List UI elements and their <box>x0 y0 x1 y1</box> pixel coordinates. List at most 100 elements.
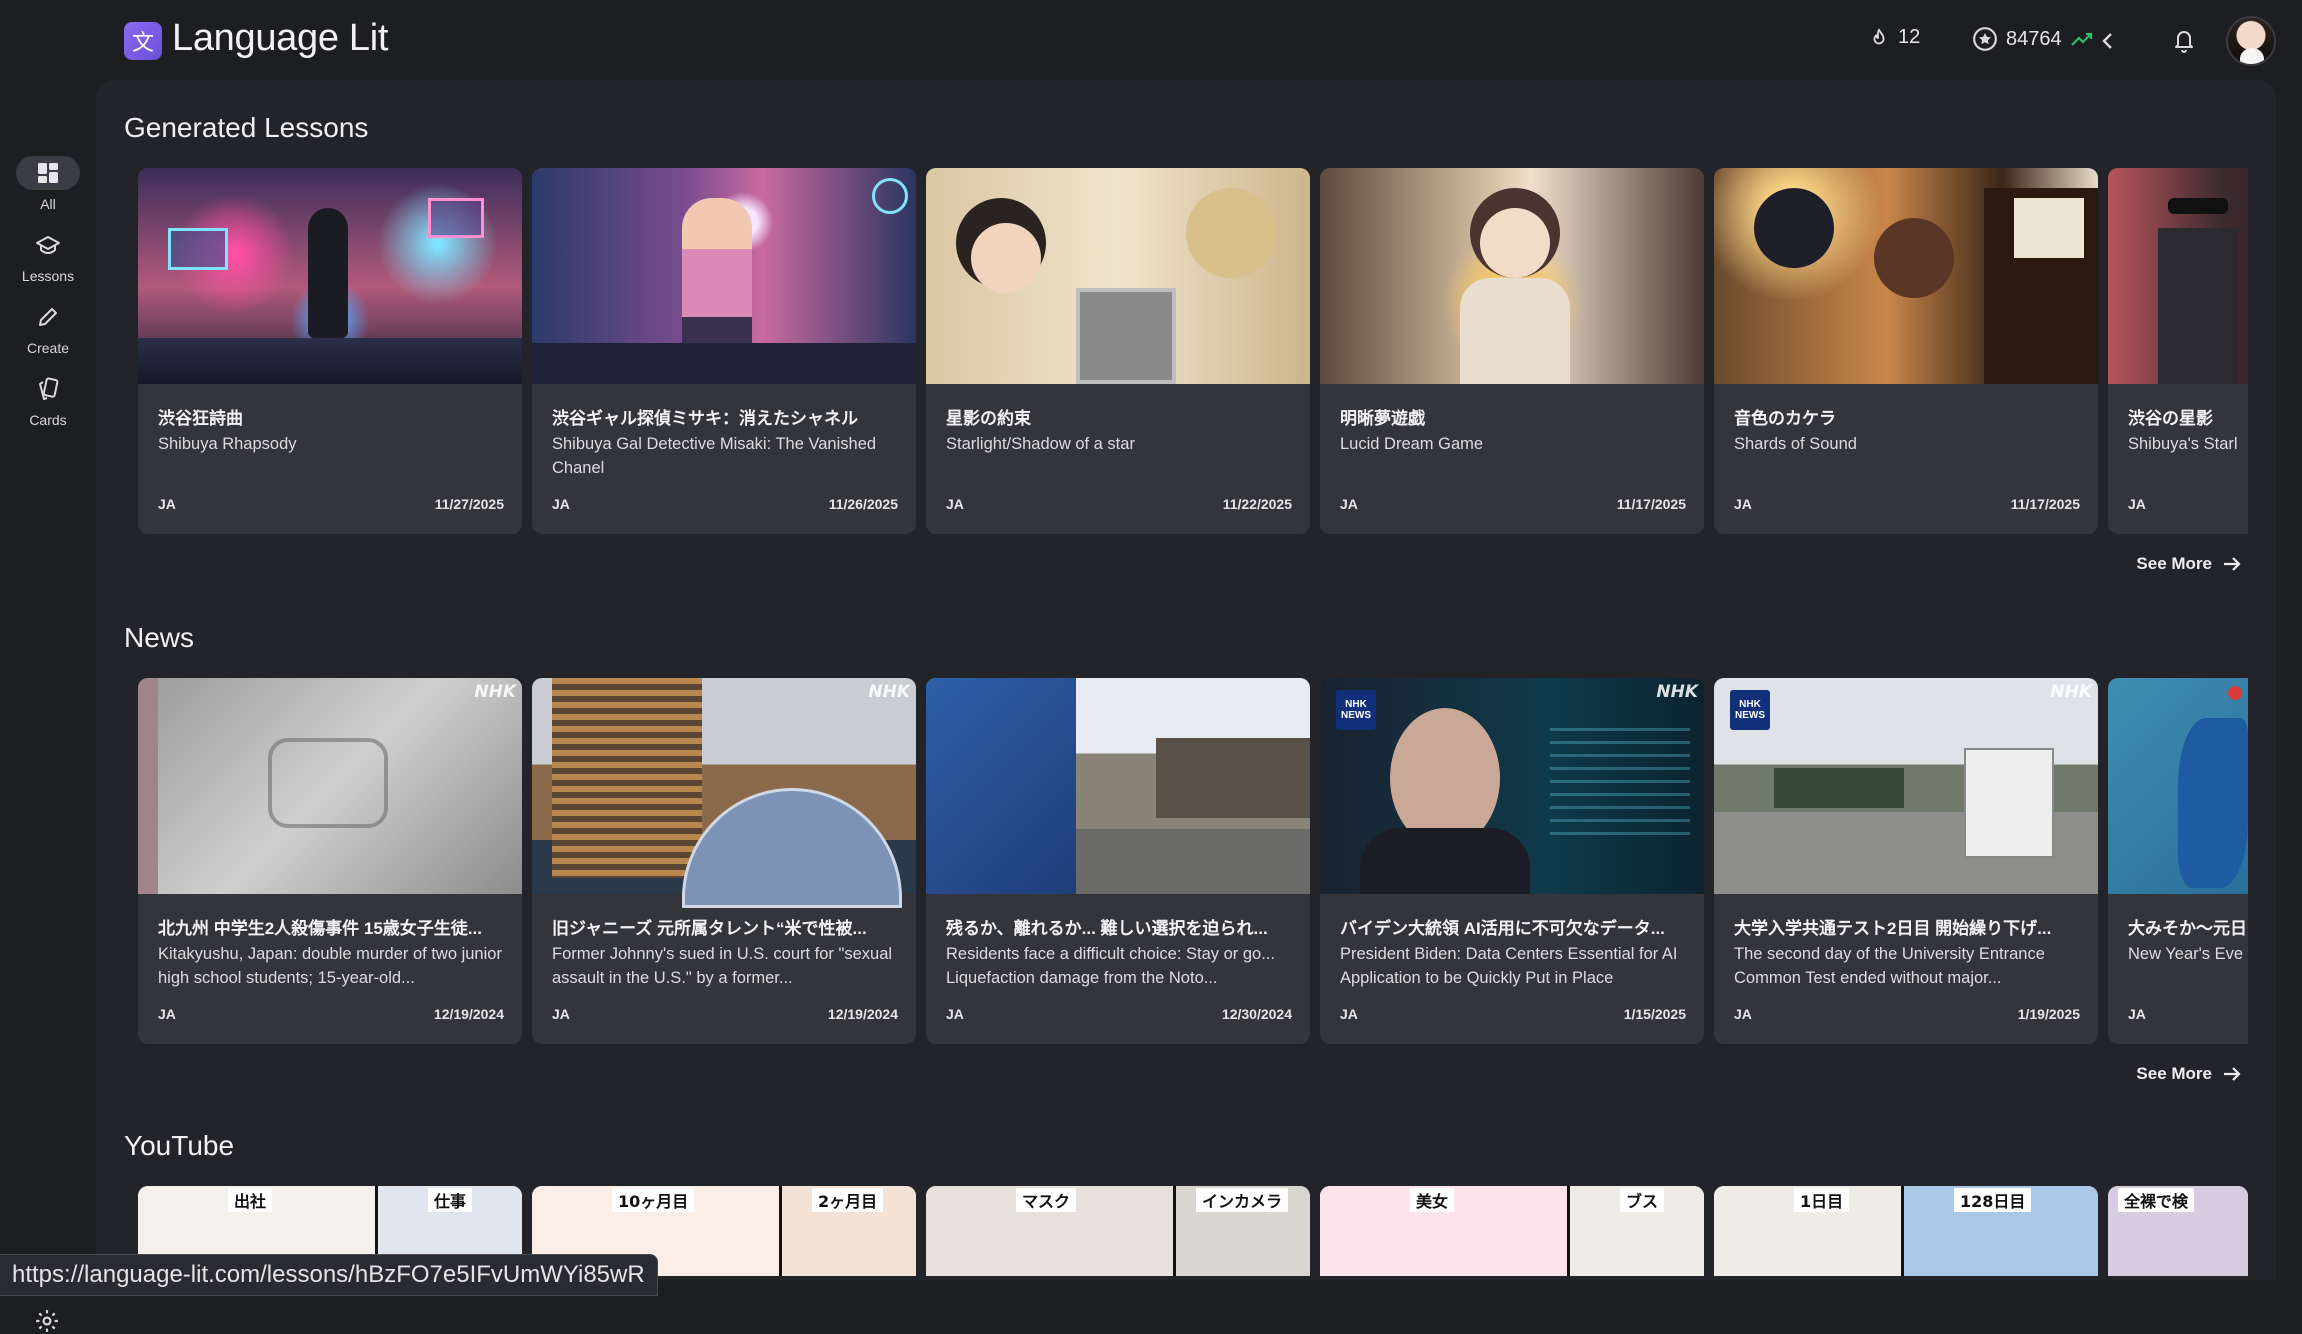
settings-gear-icon[interactable] <box>34 1308 60 1334</box>
card-language: JA <box>946 1006 964 1022</box>
news-card[interactable]: 残るか、離れるか... 難しい選択を迫られ... Residents face … <box>926 678 1310 1044</box>
sidebar-item-label: Lessons <box>21 268 75 284</box>
news-thumbnail <box>926 678 1310 894</box>
manga-tag: インカメラ <box>1196 1188 1289 1212</box>
notification-bell-icon[interactable] <box>2172 26 2196 54</box>
sidebar-item-label: All <box>40 196 56 212</box>
card-title: 北九州 中学生2人殺傷事件 15歳女子生徒... <box>158 919 482 938</box>
card-date: 12/19/2024 <box>433 1006 504 1022</box>
news-card[interactable]: NHK 北九州 中学生2人殺傷事件 15歳女子生徒... Kitakyushu,… <box>138 678 522 1044</box>
user-avatar[interactable] <box>2226 16 2276 66</box>
youtube-card[interactable]: 美女 ブス <box>1320 1186 1704 1276</box>
lesson-thumbnail <box>1320 168 1704 384</box>
logo-glyph: 文 <box>131 31 154 56</box>
pencil-icon <box>39 308 57 326</box>
news-card[interactable]: 大みそか〜元日 New Year's Eve snow in northe JA <box>2108 678 2248 1044</box>
badge-line-bottom: NEWS <box>1341 710 1371 721</box>
graduation-cap-icon <box>36 236 60 255</box>
card-subtitle: Starlight/Shadow of a star <box>946 435 1135 453</box>
manga-tag: 128日目 <box>1954 1188 2032 1212</box>
app-logo-icon[interactable]: 文 <box>124 22 162 60</box>
card-title: 星影の約束 <box>946 409 1031 428</box>
sidebar-item-cards[interactable]: Cards <box>10 364 86 428</box>
manga-tag: 1日目 <box>1794 1188 1850 1212</box>
card-title: 渋谷狂詩曲 <box>158 409 243 428</box>
see-more-news-button[interactable]: See More <box>2136 1064 2242 1084</box>
section-title-news: News <box>124 622 195 653</box>
streak-value: 12 <box>1898 26 1921 48</box>
nhk-news-badge: NHK NEWS <box>1730 690 1770 730</box>
points-value: 84764 <box>2006 27 2062 50</box>
card-language: JA <box>1340 1006 1358 1022</box>
lesson-card[interactable]: 渋谷狂詩曲 Shibuya Rhapsody JA 11/27/2025 <box>138 168 522 534</box>
lesson-card[interactable]: 明晰夢遊戯 Lucid Dream Game JA 11/17/2025 <box>1320 168 1704 534</box>
card-date: 11/26/2025 <box>828 496 898 512</box>
news-card[interactable]: NHK 旧ジャニーズ 元所属タレント“米で性被... Former Johnny… <box>532 678 916 1044</box>
manga-tag: 美女 <box>1410 1188 1455 1212</box>
manga-tag: 出社 <box>228 1188 273 1212</box>
news-thumbnail: NHK <box>138 678 522 894</box>
news-card[interactable]: NHK NEWS NHK 大学入学共通テスト2日目 開始繰り下げ... The s… <box>1714 678 2098 1044</box>
link-status-url: https://language-lit.com/lessons/hBzFO7e… <box>0 1254 658 1296</box>
news-thumbnail: NHK <box>532 678 916 908</box>
card-language: JA <box>2128 1006 2146 1022</box>
dashboard-icon <box>38 163 58 183</box>
sidebar-item-create[interactable]: Create <box>10 292 86 356</box>
card-subtitle: Shibuya's Starl <box>2128 435 2238 453</box>
card-subtitle: Residents face a difficult choice: Stay … <box>946 945 1275 987</box>
lesson-thumbnail <box>532 168 916 384</box>
see-more-label: See More <box>2136 1064 2212 1083</box>
sidebar-item-label: Create <box>26 340 70 356</box>
card-subtitle: New Year's Eve snow in northe <box>2128 945 2248 963</box>
card-title: 残るか、離れるか... 難しい選択を迫られ... <box>946 919 1268 938</box>
news-card[interactable]: NHK NEWS NHK バイデン大統領 AI活用に不可欠なデータ... Pres… <box>1320 678 1704 1044</box>
youtube-card[interactable]: マスク インカメラ <box>926 1186 1310 1276</box>
sidebar-item-lessons[interactable]: Lessons <box>10 220 86 284</box>
card-subtitle: Shibuya Gal Detective Misaki: The Vanish… <box>552 435 877 477</box>
lesson-card[interactable]: 渋谷ギャル探偵ミサキ：消えたシャネル Shibuya Gal Detective… <box>532 168 916 534</box>
card-title: 大みそか〜元日 <box>2128 919 2247 938</box>
lesson-card[interactable]: 音色のカケラ Shards of Sound JA 11/17/2025 <box>1714 168 2098 534</box>
trending-up-icon <box>2070 32 2092 46</box>
lesson-thumbnail <box>1714 168 2098 384</box>
news-thumbnail: NHK NEWS NHK <box>1320 678 1704 894</box>
cards-icon <box>39 377 59 400</box>
card-title: 明晰夢遊戯 <box>1340 409 1425 428</box>
card-language: JA <box>1734 496 1752 512</box>
card-title: 大学入学共通テスト2日目 開始繰り下げ... <box>1734 919 2052 938</box>
card-subtitle: Former Johnny's sued in U.S. court for "… <box>552 945 893 987</box>
news-thumbnail <box>2108 678 2248 894</box>
news-carousel: NHK 北九州 中学生2人殺傷事件 15歳女子生徒... Kitakyushu,… <box>138 678 2248 1044</box>
nhk-watermark: NHK <box>2050 682 2092 702</box>
nhk-watermark: NHK <box>868 682 910 702</box>
streak-counter[interactable]: 12 <box>1868 26 1920 49</box>
card-subtitle: Lucid Dream Game <box>1340 435 1484 453</box>
nhk-watermark: NHK <box>1656 682 1698 702</box>
star-badge-icon <box>1973 27 1997 51</box>
manga-tag: 2ヶ月目 <box>812 1188 884 1212</box>
badge-line-bottom: NEWS <box>1735 710 1765 721</box>
arrow-right-icon <box>2224 557 2241 571</box>
badge-line-top: NHK <box>1345 699 1367 710</box>
youtube-card[interactable]: 1日目 128日目 <box>1714 1186 2098 1276</box>
app-title[interactable]: Language Lit <box>172 17 388 60</box>
card-date: 12/19/2024 <box>827 1006 898 1022</box>
card-subtitle: President Biden: Data Centers Essential … <box>1340 945 1678 987</box>
card-language: JA <box>946 496 964 512</box>
card-language: JA <box>552 1006 570 1022</box>
card-date: 1/19/2025 <box>2017 1006 2080 1022</box>
manga-tag: 全裸で検 <box>2118 1188 2195 1212</box>
news-thumbnail: NHK NEWS NHK <box>1714 678 2098 894</box>
chevron-left-icon[interactable] <box>2098 30 2118 52</box>
card-subtitle: The second day of the University Entranc… <box>1734 945 2045 987</box>
points-counter[interactable]: 84764 <box>1972 26 2094 52</box>
arrow-right-icon <box>2224 1067 2241 1081</box>
lesson-card[interactable]: 渋谷の星影 Shibuya's Starl JA <box>2108 168 2248 534</box>
see-more-lessons-button[interactable]: See More <box>2136 554 2242 574</box>
sidebar-item-all[interactable]: All <box>10 148 86 212</box>
card-title: 旧ジャニーズ 元所属タレント“米で性被... <box>552 919 867 938</box>
manga-tag: マスク <box>1016 1188 1077 1212</box>
lesson-card[interactable]: 星影の約束 Starlight/Shadow of a star JA 11/2… <box>926 168 1310 534</box>
youtube-card[interactable]: 全裸で検 <box>2108 1186 2248 1276</box>
card-title: 渋谷ギャル探偵ミサキ：消えたシャネル <box>552 409 858 428</box>
